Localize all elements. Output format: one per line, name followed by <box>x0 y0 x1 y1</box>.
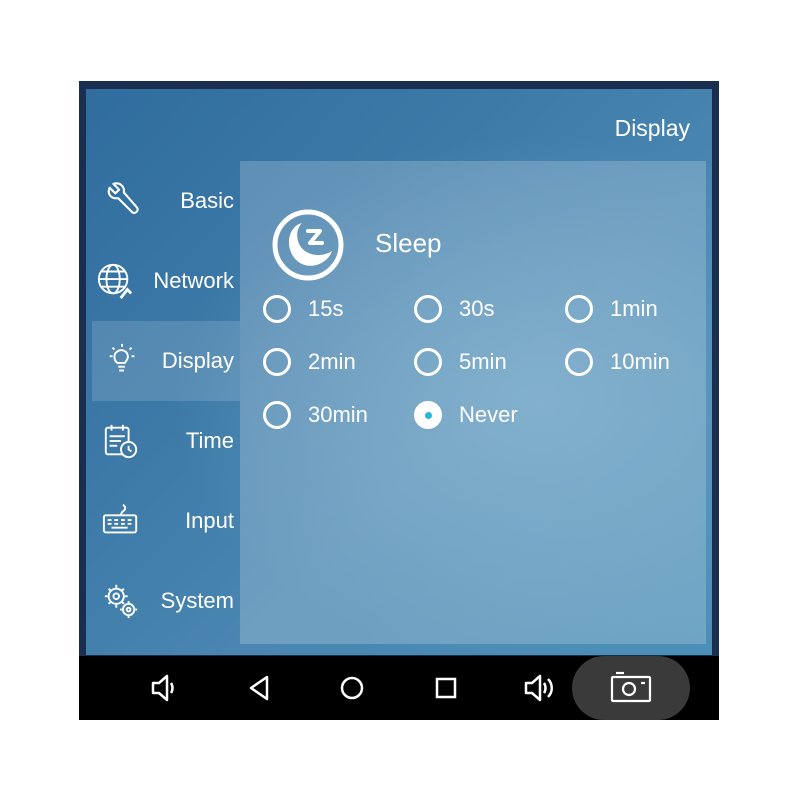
radio-button[interactable] <box>414 295 442 323</box>
recents-button[interactable] <box>426 668 466 708</box>
sidebar-item-label: Time <box>185 428 234 453</box>
option-label: 1min <box>610 296 658 321</box>
device-frame: Display Basic Network Display Time Input… <box>79 81 719 720</box>
volume-up-button[interactable] <box>520 668 560 708</box>
option-label: 10min <box>610 349 670 374</box>
option-label: 30s <box>459 296 495 321</box>
option-label: 30min <box>308 402 368 427</box>
calendar-clock-icon <box>102 422 140 460</box>
radio-button[interactable] <box>263 295 291 323</box>
option-label: Never <box>459 402 518 427</box>
back-button[interactable] <box>239 668 279 708</box>
sidebar-item-system[interactable]: System <box>92 561 240 641</box>
sleep-moon-icon <box>272 209 344 281</box>
option-label: 2min <box>308 349 356 374</box>
radio-button[interactable] <box>263 348 291 376</box>
sidebar-item-label: Input <box>185 508 234 533</box>
radio-button[interactable] <box>263 401 291 429</box>
system-nav-bar <box>79 656 719 720</box>
globe-network-icon <box>96 262 134 300</box>
sidebar-item-label: Display <box>161 348 234 373</box>
home-button[interactable] <box>332 668 372 708</box>
volume-down-icon <box>151 674 174 702</box>
screenshot-button[interactable] <box>572 656 690 720</box>
section-title-sleep: Sleep <box>375 228 442 258</box>
radio-button[interactable] <box>565 348 593 376</box>
sidebar-item-label: Basic <box>180 188 234 213</box>
sidebar-item-basic[interactable]: Basic <box>92 161 240 241</box>
sidebar-item-input[interactable]: Input <box>92 481 240 561</box>
keyboard-icon <box>102 502 140 540</box>
back-icon <box>249 675 269 701</box>
volume-up-icon <box>524 674 553 702</box>
sidebar-item-time[interactable]: Time <box>92 401 240 481</box>
sidebar-item-display[interactable]: Display <box>92 321 240 401</box>
recents-icon <box>435 677 457 699</box>
screenshot-icon <box>610 671 652 703</box>
lightbulb-icon <box>104 342 142 380</box>
radio-button[interactable] <box>565 295 593 323</box>
radio-button-selected[interactable] <box>414 401 442 429</box>
volume-down-button[interactable] <box>143 668 183 708</box>
option-label: 15s <box>308 296 344 321</box>
gears-icon <box>102 582 140 620</box>
page-title: Display <box>614 115 690 141</box>
sidebar-item-label: Network <box>153 268 234 293</box>
settings-screen: Display Basic Network Display Time Input… <box>86 89 712 655</box>
sidebar-item-network[interactable]: Network <box>92 241 240 321</box>
radio-button[interactable] <box>414 348 442 376</box>
display-settings-panel: Sleep 15s 30s 1min 2min 5min 10min 30min… <box>240 161 706 644</box>
option-label: 5min <box>459 349 507 374</box>
home-icon <box>340 676 364 700</box>
wrench-icon <box>102 182 140 220</box>
sidebar-item-label: System <box>160 588 234 613</box>
sidebar: Basic Network Display Time Input System <box>86 161 240 644</box>
